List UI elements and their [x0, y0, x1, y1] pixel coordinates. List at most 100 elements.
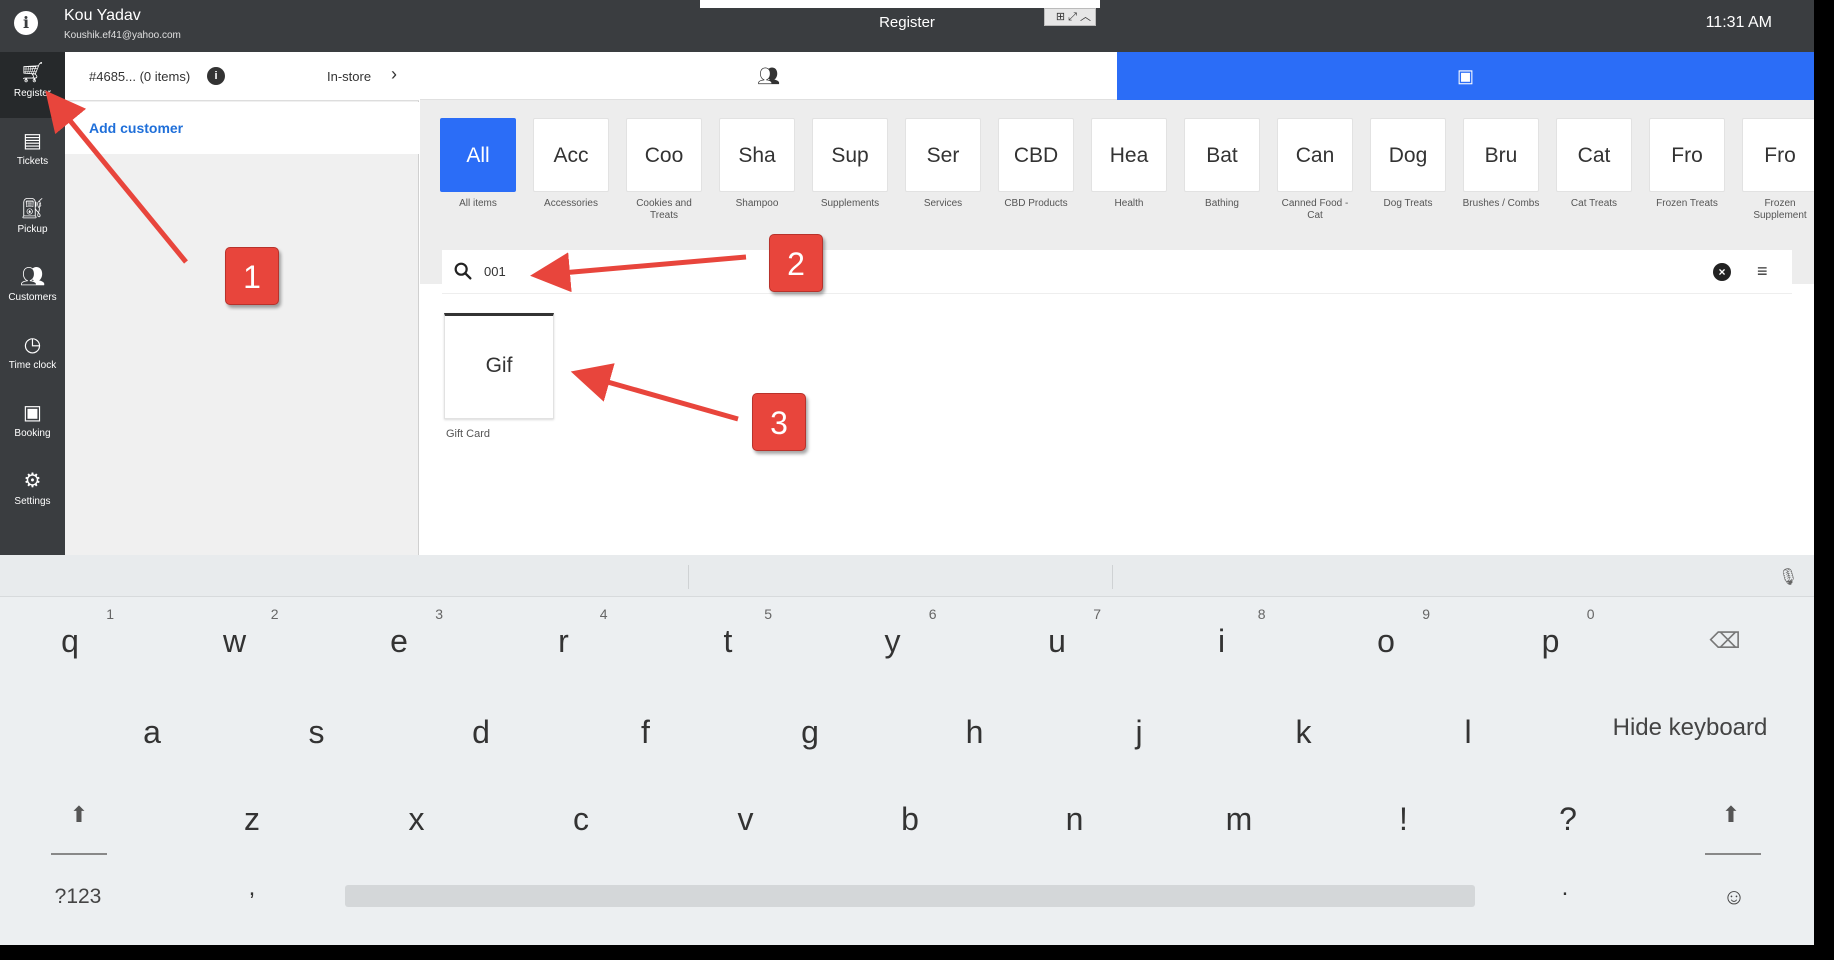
key[interactable]: p0 [1501, 606, 1601, 674]
key[interactable]: h [925, 699, 1025, 765]
key[interactable]: w2 [185, 606, 285, 674]
info-icon[interactable]: i [207, 67, 225, 85]
category-item[interactable]: All All items [440, 118, 520, 210]
key[interactable]: t5 [678, 606, 778, 674]
sidebar-item-time-clock[interactable]: ◷ Time clock [0, 324, 65, 390]
key[interactable]: v [696, 786, 796, 852]
key[interactable]: f [596, 699, 696, 765]
category-tile[interactable]: Cat [1556, 118, 1632, 192]
category-item[interactable]: Bru Brushes / Combs [1463, 118, 1543, 210]
sidebar-item-settings[interactable]: ⚙ Settings [0, 460, 65, 526]
search-input[interactable]: 001 [484, 264, 506, 279]
key[interactable]: q1 [20, 606, 120, 674]
key[interactable]: y6 [843, 606, 943, 674]
key[interactable]: g [760, 699, 860, 765]
key[interactable]: i8 [1172, 606, 1272, 674]
category-item[interactable]: Bat Bathing [1184, 118, 1264, 210]
category-item[interactable]: Fro Frozen Treats [1649, 118, 1729, 210]
category-tile[interactable]: Fro [1742, 118, 1814, 192]
key-char: p [1541, 623, 1560, 659]
window-controls[interactable]: ⊞ ⤢ ︿ [1044, 8, 1096, 26]
search-bar[interactable]: 001 × ≡ [442, 250, 1792, 294]
category-tile[interactable]: Dog [1370, 118, 1446, 192]
key[interactable]: c [531, 786, 631, 852]
key-char: a [143, 714, 161, 750]
category-item[interactable]: Cat Cat Treats [1556, 118, 1636, 210]
key-char: d [472, 714, 490, 750]
category-tile[interactable]: All [440, 118, 516, 192]
add-customer-link[interactable]: Add customer [89, 120, 183, 136]
category-item[interactable]: Sup Supplements [812, 118, 892, 210]
sidebar-item-register[interactable]: 🛒︎ Register [0, 52, 65, 118]
key-char: s [308, 714, 325, 750]
symbols-key[interactable]: ?123 [38, 877, 118, 917]
key[interactable]: e3 [349, 606, 449, 674]
sidebar-item-pickup[interactable]: ⛽︎ Pickup [0, 188, 65, 254]
ticket-mode[interactable]: In-store [327, 69, 371, 84]
category-tile[interactable]: Sup [812, 118, 888, 192]
product-tile[interactable]: Gif [444, 313, 554, 419]
ticket-header[interactable]: #4685... (0 items) i In-store › [65, 52, 419, 101]
emoji-icon[interactable]: ☺ [1714, 877, 1754, 917]
key[interactable]: ! [1354, 786, 1454, 852]
period-key[interactable]: . [1515, 855, 1615, 921]
category-label: Brushes / Combs [1462, 198, 1540, 209]
category-item[interactable]: Fro Frozen Supplement [1742, 118, 1814, 222]
key[interactable]: a [102, 699, 202, 765]
category-item[interactable]: Acc Accessories [533, 118, 613, 210]
sidebar-item-booking[interactable]: ▣ Booking [0, 392, 65, 458]
key[interactable]: x [367, 786, 467, 852]
category-tile[interactable]: Bat [1184, 118, 1260, 192]
sidebar-item-customers[interactable]: 👥︎ Customers [0, 256, 65, 322]
backspace-key[interactable]: ⌫ [1690, 613, 1760, 669]
clear-icon[interactable]: × [1713, 263, 1731, 281]
key[interactable]: r4 [514, 606, 614, 674]
key[interactable]: d [431, 699, 531, 765]
category-tile[interactable]: Can [1277, 118, 1353, 192]
sort-icon[interactable]: ≡ [1757, 260, 1768, 282]
category-tile[interactable]: Hea [1091, 118, 1167, 192]
product-item[interactable]: Gif Gift Card [444, 313, 554, 440]
category-item[interactable]: Hea Health [1091, 118, 1171, 210]
category-label: All items [459, 198, 497, 209]
add-customer-row[interactable]: Add customer [65, 102, 419, 154]
product-label: Gift Card [446, 428, 491, 440]
category-tile[interactable]: Ser [905, 118, 981, 192]
key[interactable]: j [1089, 699, 1189, 765]
key[interactable]: n [1025, 786, 1125, 852]
key[interactable]: o9 [1336, 606, 1436, 674]
category-item[interactable]: Coo Cookies and Treats [626, 118, 706, 222]
key[interactable]: u7 [1007, 606, 1107, 674]
category-item[interactable]: Ser Services [905, 118, 985, 210]
category-tile[interactable]: CBD [998, 118, 1074, 192]
category-tile[interactable]: Bru [1463, 118, 1539, 192]
hide-keyboard-key[interactable]: Hide keyboard [1590, 700, 1790, 756]
microphone-icon[interactable]: 🎙︎ [1778, 567, 1798, 587]
key[interactable]: s [267, 699, 367, 765]
shift-left-key[interactable]: ⬆︎ [49, 787, 109, 843]
key[interactable]: ? [1518, 786, 1618, 852]
key-char: v [737, 801, 754, 837]
key[interactable]: b [860, 786, 960, 852]
category-tile[interactable]: Sha [719, 118, 795, 192]
key[interactable]: l [1418, 699, 1518, 765]
key[interactable]: m [1189, 786, 1289, 852]
category-item[interactable]: CBD CBD Products [998, 118, 1078, 210]
shift-right-key[interactable]: ⬆︎ [1701, 787, 1761, 843]
sidebar-item-label: Booking [14, 428, 51, 439]
category-tile[interactable]: Coo [626, 118, 702, 192]
category-item[interactable]: Sha Shampoo [719, 118, 799, 210]
chevron-right-icon[interactable]: › [391, 64, 397, 85]
comma-key[interactable]: , [202, 855, 302, 921]
category-item[interactable]: Dog Dog Treats [1370, 118, 1450, 210]
category-tile[interactable]: Fro [1649, 118, 1725, 192]
key-hint: 4 [599, 606, 608, 622]
sidebar-item-tickets[interactable]: ▤ Tickets [0, 120, 65, 186]
category-item[interactable]: Can Canned Food - Cat [1277, 118, 1357, 222]
category-tile[interactable]: Acc [533, 118, 609, 192]
tab-customers[interactable]: 👥︎ [420, 52, 1117, 100]
key[interactable]: k [1254, 699, 1354, 765]
key[interactable]: z [202, 786, 302, 852]
tab-items[interactable]: ▣ [1117, 52, 1814, 100]
space-key[interactable] [345, 885, 1475, 907]
